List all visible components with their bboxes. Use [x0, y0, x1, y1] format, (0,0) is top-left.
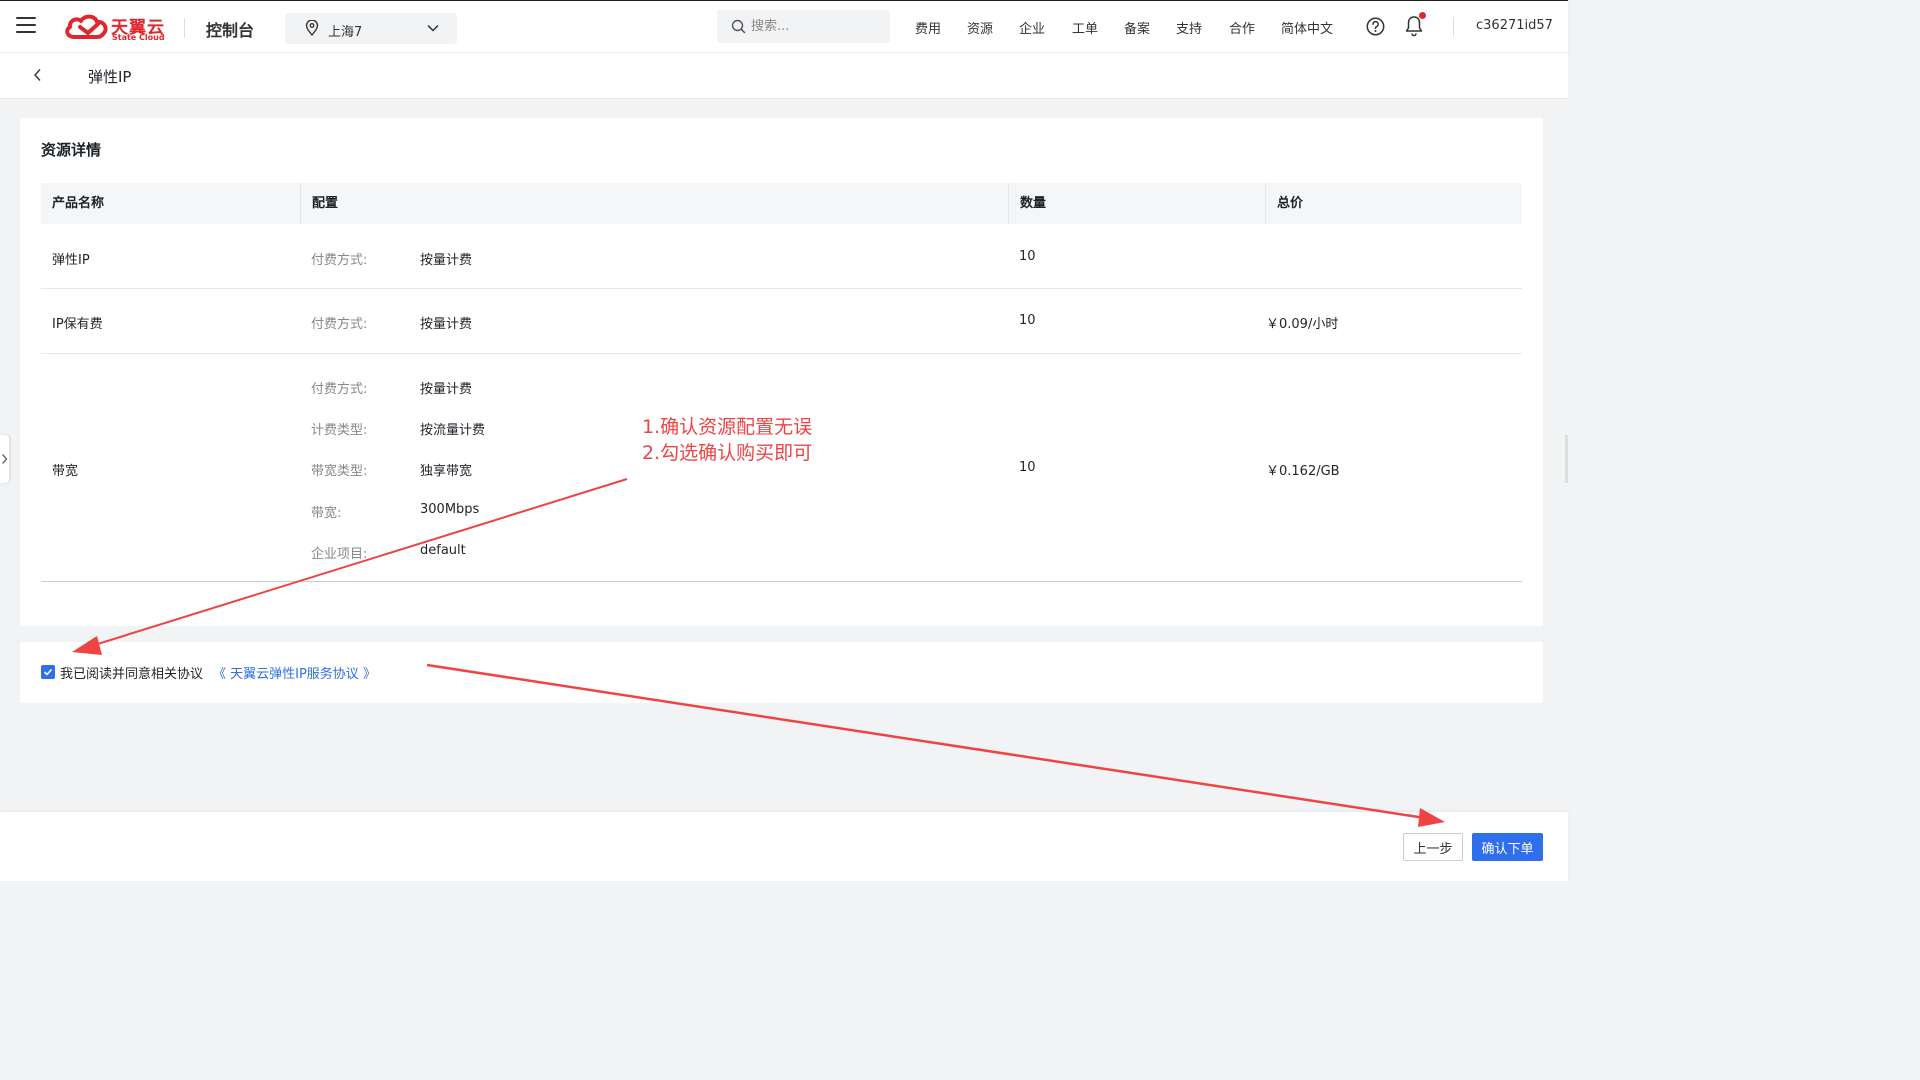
row-divider [41, 288, 1522, 289]
table-header: 产品名称 配置 数量 总价 [41, 183, 1522, 224]
sidebar-expand-tab[interactable] [0, 435, 9, 483]
search-icon [731, 19, 746, 34]
product-name: 弹性IP [52, 253, 90, 268]
resource-details-card: 资源详情 产品名称 配置 数量 总价 弹性IP 付费方式: 按量计费 10 IP… [20, 118, 1543, 626]
config-value: 独享带宽 [420, 464, 473, 479]
location-pin-icon [305, 20, 319, 36]
divider [1453, 17, 1454, 37]
config-key: 计费类型: [311, 423, 368, 438]
footer-bar: 上一步 确认下单 [0, 812, 1568, 881]
annotation-line: 2.勾选确认购买即可 [642, 442, 813, 464]
table-bottom-border [41, 581, 1522, 582]
annotation-text: 1.确认资源配置无误 2.勾选确认购买即可 [642, 414, 812, 466]
config-key: 企业项目: [311, 547, 368, 562]
total-price: ￥0.162/GB [1266, 464, 1340, 479]
page-header: 弹性IP [0, 53, 1568, 99]
top-bar: 天翼云 State Cloud 控制台 上海7 费用 资源 企业 工单 备案 支… [0, 0, 1568, 52]
config-key: 付费方式: [311, 253, 368, 268]
total-price: ￥0.09/小时 [1266, 317, 1339, 332]
column-header-config: 配置 [300, 183, 1008, 224]
search-box[interactable] [717, 10, 890, 43]
quantity: 10 [1019, 313, 1036, 328]
notification-dot [1419, 12, 1426, 19]
nav-billing[interactable]: 费用 [915, 18, 941, 37]
product-name: IP保有费 [52, 317, 103, 332]
config-value: 300Mbps [420, 502, 480, 517]
config-key: 带宽: [311, 506, 342, 521]
region-selector[interactable]: 上海7 [285, 13, 457, 44]
nav-tickets[interactable]: 工单 [1072, 18, 1098, 37]
quantity: 10 [1019, 249, 1036, 264]
menu-icon[interactable] [16, 17, 36, 33]
previous-step-button[interactable]: 上一步 [1403, 833, 1463, 861]
region-value: 上海7 [328, 25, 363, 40]
chevron-left-icon[interactable] [33, 68, 43, 82]
column-header-product: 产品名称 [52, 196, 105, 211]
quantity: 10 [1019, 460, 1036, 475]
config-value: default [420, 543, 466, 558]
row-divider [41, 353, 1522, 354]
annotation-line: 1.确认资源配置无误 [642, 416, 813, 438]
user-account[interactable]: c36271id57 [1476, 18, 1553, 33]
nav-partners[interactable]: 合作 [1229, 18, 1255, 37]
agreement-link[interactable]: 《 天翼云弹性IP服务协议 》 [213, 663, 376, 682]
nav-enterprise[interactable]: 企业 [1019, 18, 1045, 37]
product-name: 带宽 [52, 464, 79, 479]
config-key: 付费方式: [311, 382, 368, 397]
confirm-order-button[interactable]: 确认下单 [1472, 833, 1543, 861]
column-header-price: 总价 [1265, 183, 1522, 224]
nav-support[interactable]: 支持 [1176, 18, 1202, 37]
chevron-right-icon [2, 454, 8, 464]
search-input[interactable] [751, 17, 881, 35]
divider [184, 18, 185, 38]
nav-language[interactable]: 简体中文 [1281, 18, 1333, 37]
config-value: 按量计费 [420, 253, 473, 268]
check-icon [43, 668, 53, 676]
agreement-card: 我已阅读并同意相关协议 《 天翼云弹性IP服务协议 》 [20, 642, 1543, 703]
config-key: 付费方式: [311, 317, 368, 332]
help-icon[interactable] [1366, 17, 1385, 36]
config-value: 按量计费 [420, 382, 473, 397]
nav-resources[interactable]: 资源 [967, 18, 993, 37]
page-title: 弹性IP [88, 68, 132, 86]
console-label[interactable]: 控制台 [206, 17, 254, 41]
cloud-logo-icon [65, 14, 108, 39]
config-key: 带宽类型: [311, 464, 368, 479]
config-value: 按流量计费 [420, 423, 486, 438]
section-title: 资源详情 [41, 141, 102, 159]
config-value: 按量计费 [420, 317, 473, 332]
nav-filing[interactable]: 备案 [1124, 18, 1150, 37]
scrollbar[interactable] [1565, 435, 1568, 483]
column-header-quantity: 数量 [1008, 183, 1265, 224]
logo[interactable]: 天翼云 State Cloud [64, 12, 165, 42]
agreement-checkbox[interactable] [41, 665, 55, 679]
agreement-text[interactable]: 我已阅读并同意相关协议 [60, 663, 203, 682]
chevron-down-icon [427, 24, 439, 32]
logo-subtext: State Cloud [112, 33, 165, 42]
